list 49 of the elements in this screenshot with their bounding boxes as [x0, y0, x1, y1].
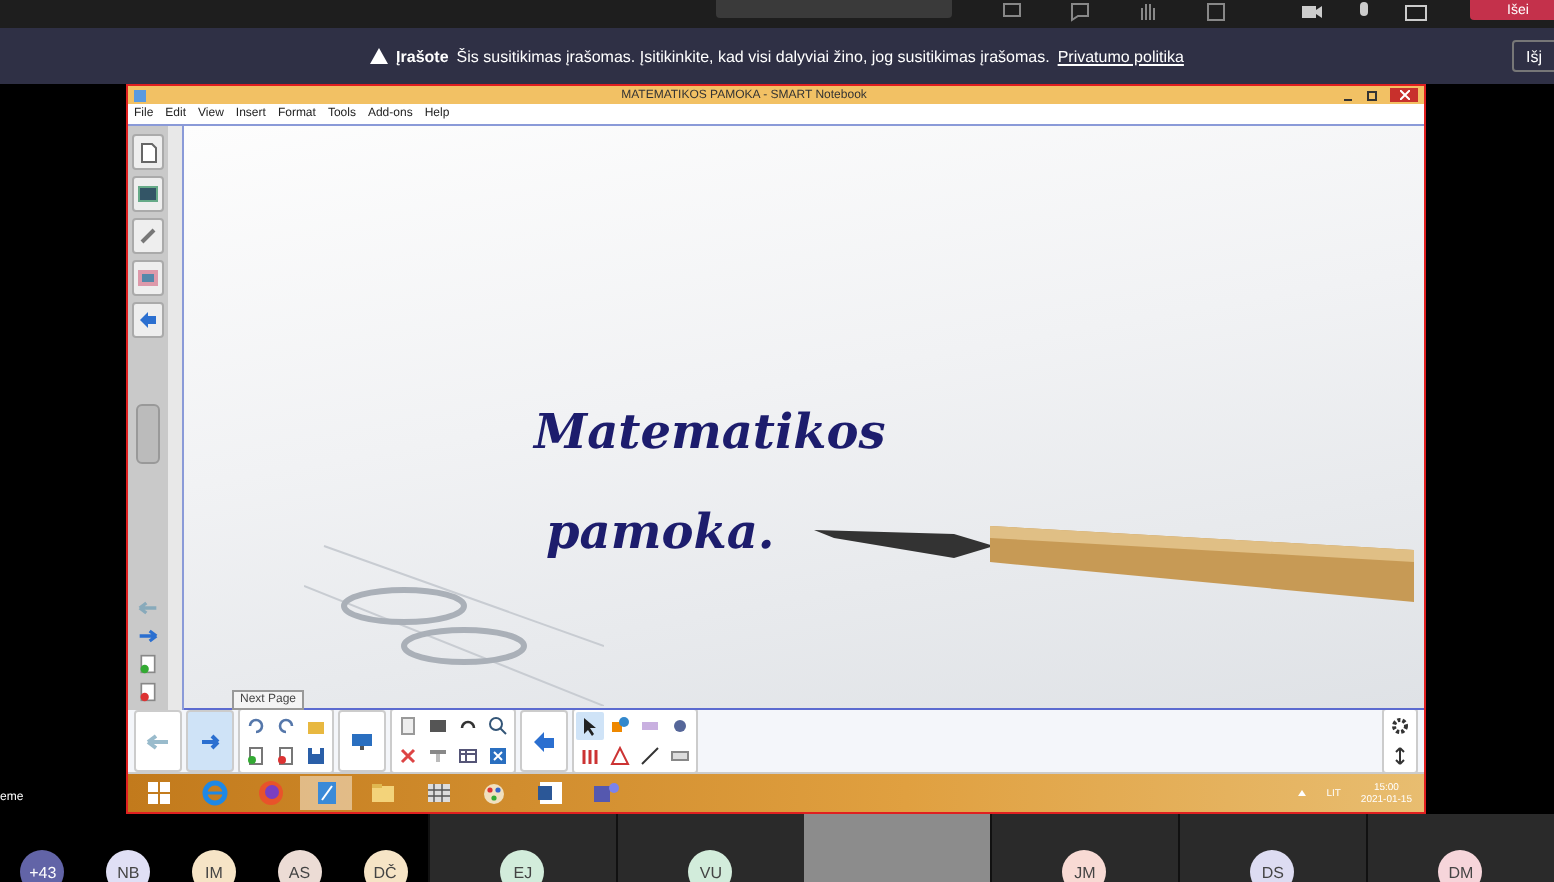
add-page-icon[interactable]: [138, 654, 158, 674]
avatar-initials: NB: [106, 850, 151, 882]
page-title-text: pamoka.: [544, 500, 777, 564]
picture-icon: [138, 186, 158, 202]
avatar-initials: DČ: [363, 850, 408, 882]
recording-label: Įrašote: [396, 47, 449, 65]
puzzle-tab[interactable]: [132, 302, 164, 338]
avatar-initials: JM: [1062, 850, 1107, 882]
recording-message: Šis susitikimas įrašomas. Įsitikinkite, kad visi dalyviai žino, jog susitikimas įrašomas.: [456, 47, 1050, 65]
properties-icon: [138, 270, 158, 286]
privacy-link[interactable]: Privatumo politika: [1057, 47, 1184, 65]
restore-icon[interactable]: [1366, 89, 1378, 101]
avatar-initials: DS: [1250, 850, 1295, 882]
next-page-button[interactable]: [186, 710, 234, 772]
line-icon[interactable]: [636, 742, 664, 770]
monitor-icon: [350, 731, 374, 751]
display-button[interactable]: [338, 710, 386, 772]
avatar-initials: IM: [191, 850, 236, 882]
scrollbar[interactable]: [168, 126, 184, 710]
page-icon: [139, 141, 157, 163]
next-arrow-icon[interactable]: [138, 626, 158, 646]
close-icon: [1399, 90, 1409, 100]
settings-icon[interactable]: [1386, 712, 1414, 740]
puzzle-arrow-icon: [532, 729, 556, 753]
next-arrow-icon: [198, 729, 222, 753]
chat-icon[interactable]: [1068, 0, 1092, 24]
puzzle-button[interactable]: [520, 710, 568, 772]
delete-page-icon[interactable]: [138, 682, 158, 702]
page-title-text: Matematikos: [534, 400, 886, 464]
close-box-icon[interactable]: [484, 742, 512, 770]
close-button[interactable]: [1390, 88, 1418, 102]
app-icon: [134, 89, 146, 101]
camera-icon[interactable]: [1300, 0, 1324, 24]
magnifier-icon[interactable]: [484, 712, 512, 740]
pointer-icon[interactable]: [576, 712, 604, 740]
dismiss-button[interactable]: Išj: [1512, 40, 1554, 72]
properties-tab[interactable]: [132, 260, 164, 296]
warning-icon: [370, 48, 389, 64]
gallery-tab[interactable]: [132, 176, 164, 212]
back-arrow-icon: [146, 731, 170, 751]
sidebar-handle[interactable]: [136, 404, 160, 464]
puzzle-arrow-icon: [138, 310, 158, 330]
avatar-initials: VU: [688, 850, 733, 882]
avatar-initials: AS: [277, 850, 322, 882]
avatar-initials: EJ: [500, 850, 545, 882]
avatar-initials: +43: [20, 850, 65, 882]
avatar-initials: DM: [1438, 850, 1483, 882]
page-sorter-tab[interactable]: [132, 134, 164, 170]
triangle-icon[interactable]: [606, 742, 634, 770]
